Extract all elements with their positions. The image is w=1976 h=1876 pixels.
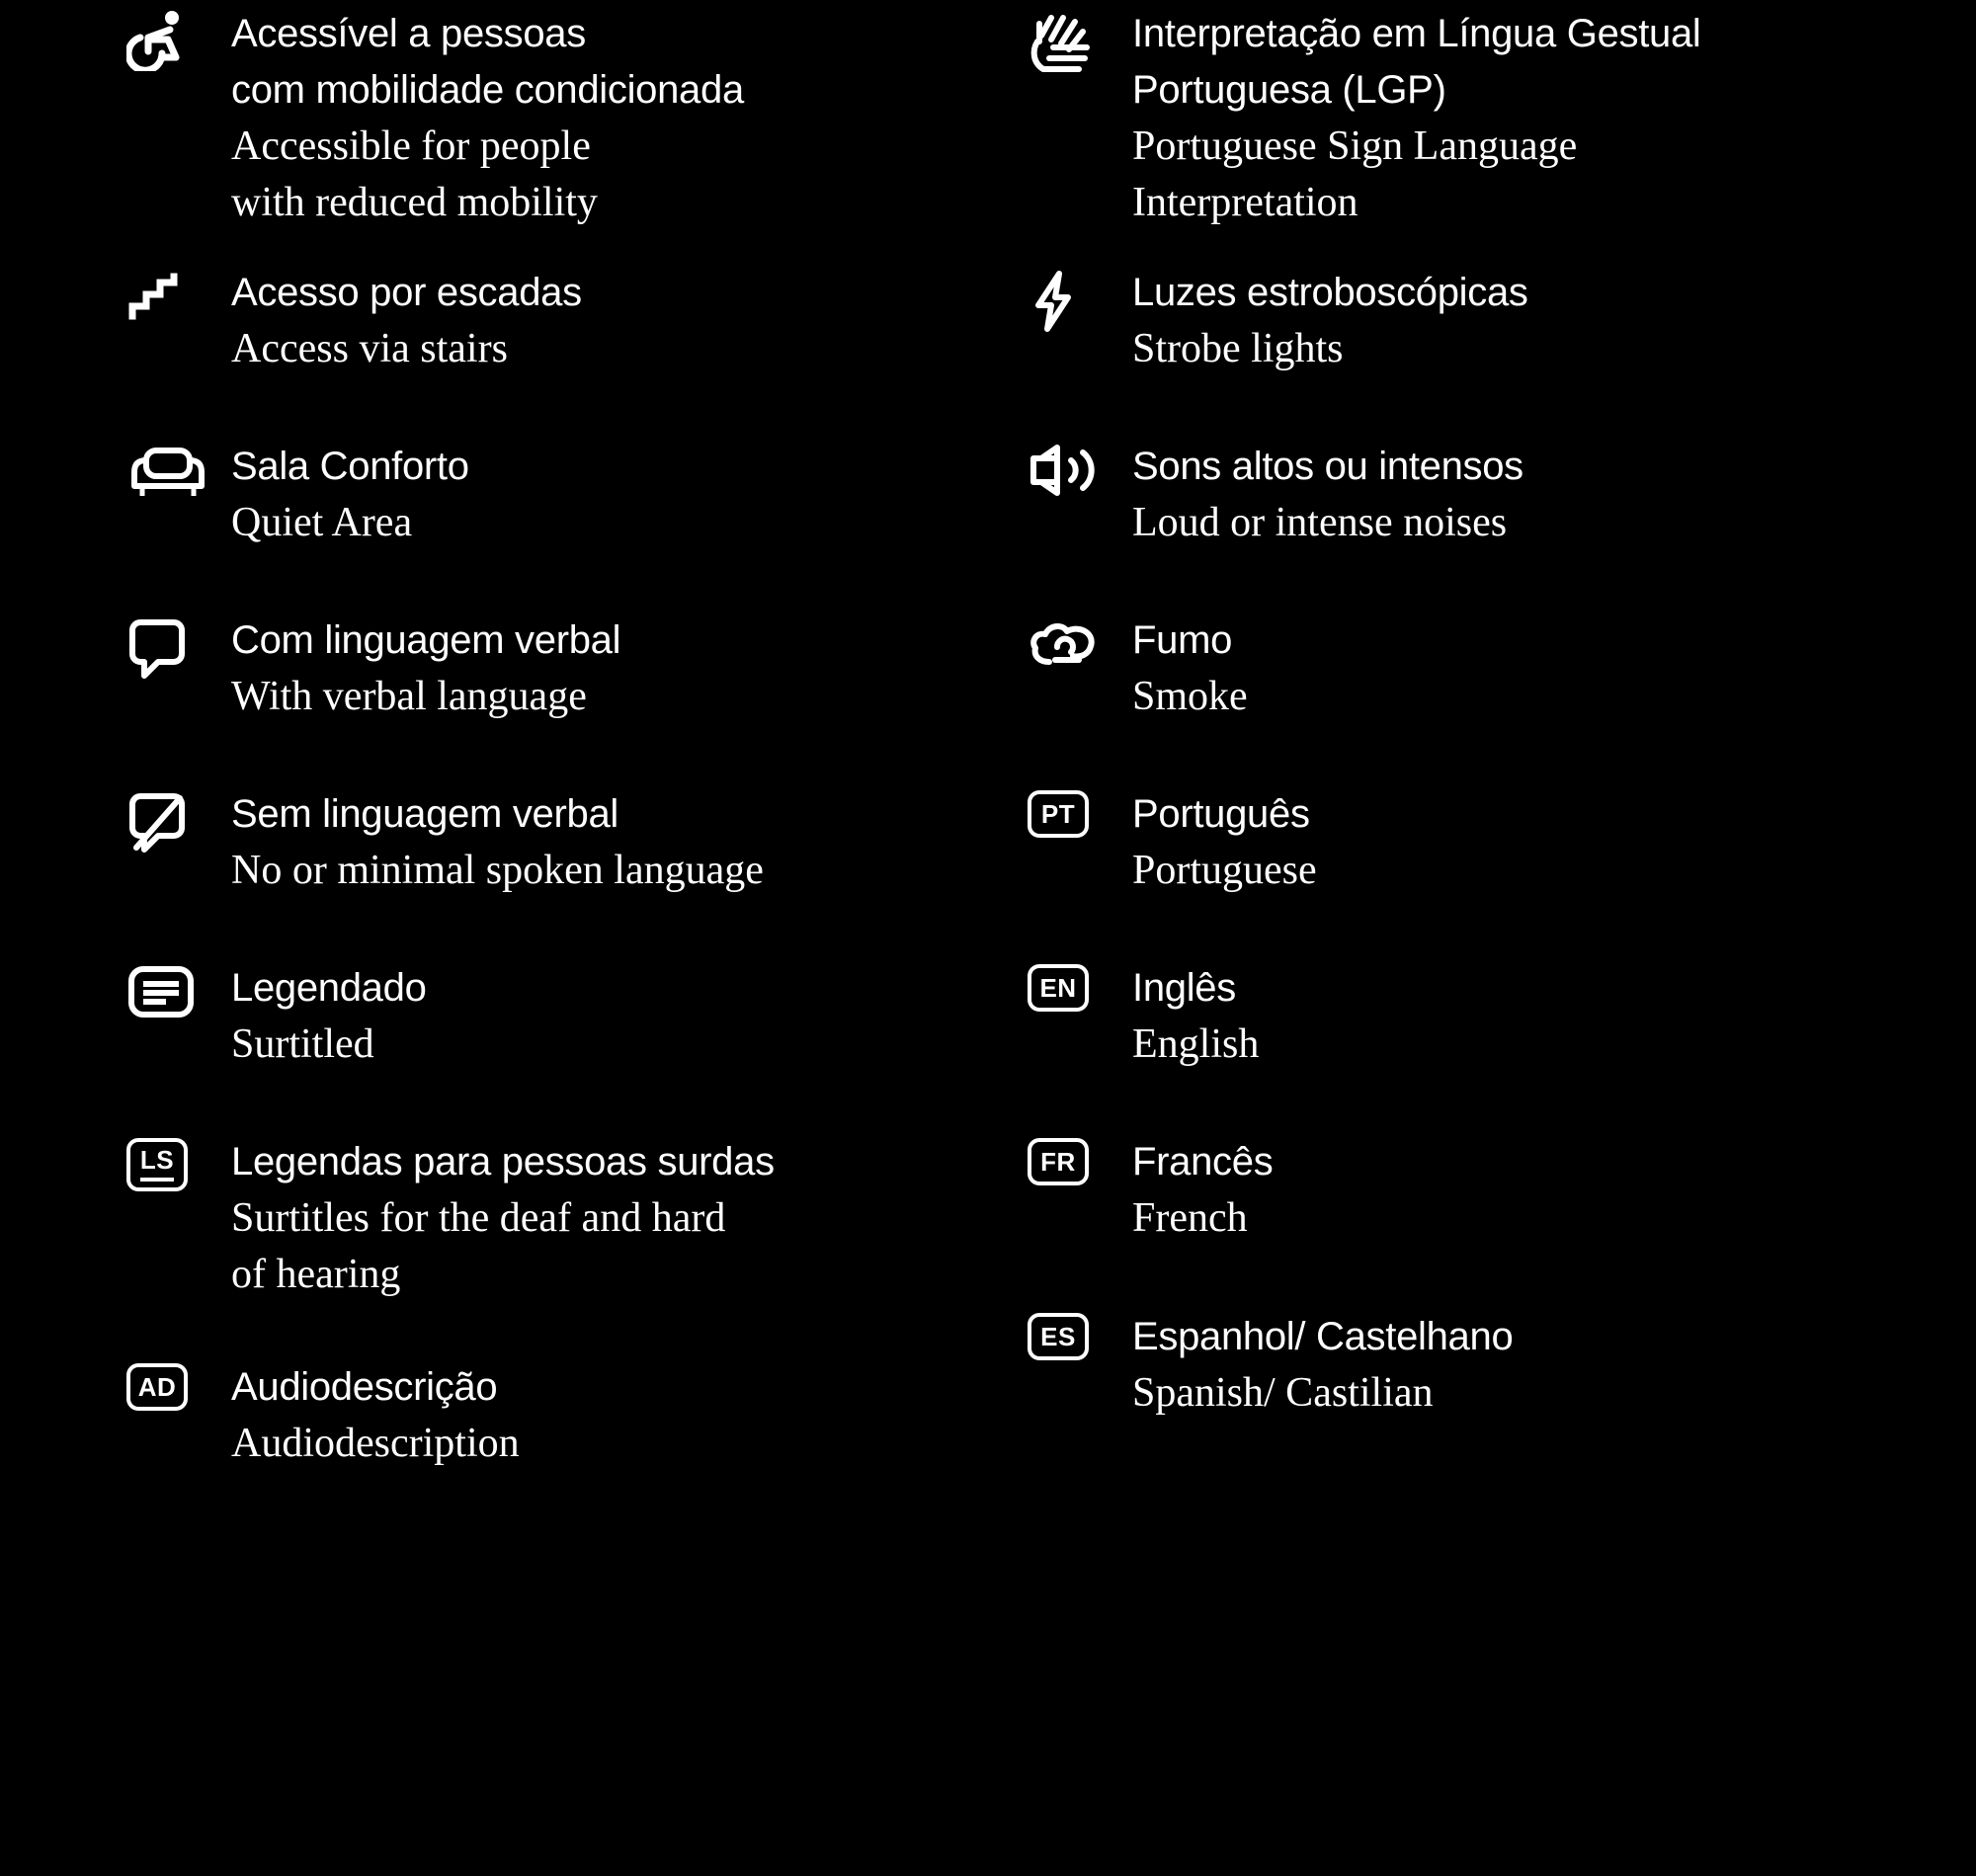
pt-badge: PT	[1028, 790, 1089, 838]
legend-item-text: Português Portuguese	[1126, 786, 1956, 899]
legend-item-text: Inglês English	[1126, 960, 1956, 1073]
es-badge: ES	[1028, 1313, 1089, 1360]
en-badge-icon: EN	[1028, 960, 1126, 1033]
legend-item-text: Espanhol/ Castelhano Spanish/ Castilian	[1126, 1309, 1956, 1422]
legend-item-text: Acessível a pessoas com mobilidade condi…	[225, 6, 996, 231]
legend-item-sign-language-interpretation: Interpretação em Língua Gestual Portugue…	[1028, 6, 1956, 231]
legend-label-pt: Português	[1132, 792, 1310, 836]
legend-label-en: Spanish/ Castilian	[1132, 1370, 1434, 1416]
legend-label-en: Quiet Area	[231, 500, 413, 545]
fr-badge-icon: FR	[1028, 1134, 1126, 1207]
wheelchair-accessible-icon	[126, 6, 225, 79]
legend-item-no-verbal-language: Sem linguagem verbal No or minimal spoke…	[126, 786, 996, 899]
legend-item-text: Luzes estroboscópicas Strobe lights	[1126, 265, 1956, 377]
legend-label-en: French	[1132, 1195, 1248, 1241]
legend-item-text: Interpretação em Língua Gestual Portugue…	[1126, 6, 1956, 231]
legend-label-en: Portuguese Sign Language Interpretation	[1132, 123, 1578, 225]
ls-badge-text: LS	[139, 1145, 175, 1175]
surtitles-icon	[126, 960, 225, 1033]
speech-bubble-crossed-icon	[126, 786, 225, 859]
legend-item-text: Sons altos ou intensos Loud or intense n…	[1126, 439, 1956, 551]
speech-bubble-icon	[126, 612, 225, 686]
en-badge-text: EN	[1039, 973, 1077, 1003]
legend-item-language-french: FR Francês French	[1028, 1134, 1956, 1247]
legend-item-text: Fumo Smoke	[1126, 612, 1956, 725]
legend-label-en: Strobe lights	[1132, 326, 1344, 371]
legend-item-text: Audiodescrição Audiodescription	[225, 1359, 996, 1472]
legend-label-pt: Sons altos ou intensos	[1132, 445, 1523, 488]
legend-label-pt: Com linguagem verbal	[231, 618, 621, 662]
sofa-icon	[126, 439, 225, 512]
smoke-cloud-icon	[1028, 612, 1126, 686]
legend-label-en: With verbal language	[231, 674, 587, 719]
fr-badge: FR	[1028, 1138, 1089, 1185]
legend-label-en: Surtitles for the deaf and hard of heari…	[231, 1195, 726, 1297]
legend-item-text: Acesso por escadas Access via stairs	[225, 265, 996, 377]
sign-language-hand-icon	[1028, 6, 1126, 79]
legend-column-right: Interpretação em Língua Gestual Portugue…	[1008, 0, 1976, 1876]
legend-item-accessible-reduced-mobility: Acessível a pessoas com mobilidade condi…	[126, 6, 996, 231]
es-badge-text: ES	[1040, 1322, 1076, 1351]
legend-item-surtitles-deaf: LS Legendas para pessoas surdas Surtitle…	[126, 1134, 996, 1303]
legend-label-en: English	[1132, 1021, 1260, 1067]
legend-label-pt: Fumo	[1132, 618, 1233, 662]
en-badge: EN	[1028, 964, 1089, 1012]
legend-item-language-spanish: ES Espanhol/ Castelhano Spanish/ Castili…	[1028, 1309, 1956, 1422]
legend-item-text: Legendas para pessoas surdas Surtitles f…	[225, 1134, 996, 1303]
pt-badge-text: PT	[1040, 799, 1076, 829]
ad-badge: AD	[126, 1363, 188, 1411]
accessibility-legend-sheet: Acessível a pessoas com mobilidade condi…	[0, 0, 1976, 1876]
legend-item-audiodescription: AD Audiodescrição Audiodescription	[126, 1359, 996, 1472]
legend-item-text: Com linguagem verbal With verbal languag…	[225, 612, 996, 725]
legend-label-pt: Legendas para pessoas surdas	[231, 1140, 775, 1183]
legend-item-language-english: EN Inglês English	[1028, 960, 1956, 1073]
legend-label-pt: Interpretação em Língua Gestual Portugue…	[1132, 12, 1701, 112]
legend-label-pt: Acesso por escadas	[231, 271, 582, 314]
legend-item-text: Sala Conforto Quiet Area	[225, 439, 996, 551]
ls-badge-underline	[140, 1178, 174, 1182]
ls-badge-icon: LS	[126, 1134, 225, 1207]
legend-label-en: Surtitled	[231, 1021, 374, 1067]
legend-item-language-portuguese: PT Português Portuguese	[1028, 786, 1956, 899]
legend-label-pt: Luzes estroboscópicas	[1132, 271, 1528, 314]
legend-item-surtitled: Legendado Surtitled	[126, 960, 996, 1073]
legend-label-pt: Sem linguagem verbal	[231, 792, 618, 836]
legend-label-pt: Inglês	[1132, 966, 1236, 1010]
ls-badge: LS	[126, 1138, 188, 1191]
legend-item-smoke: Fumo Smoke	[1028, 612, 1956, 725]
legend-label-en: Loud or intense noises	[1132, 500, 1508, 545]
legend-item-strobe-lights: Luzes estroboscópicas Strobe lights	[1028, 265, 1956, 377]
es-badge-icon: ES	[1028, 1309, 1126, 1382]
legend-label-pt: Legendado	[231, 966, 427, 1010]
loud-speaker-icon	[1028, 439, 1126, 512]
pt-badge-icon: PT	[1028, 786, 1126, 859]
legend-item-quiet-area: Sala Conforto Quiet Area	[126, 439, 996, 551]
legend-item-loud-noises: Sons altos ou intensos Loud or intense n…	[1028, 439, 1956, 551]
legend-label-pt: Audiodescrição	[231, 1365, 498, 1409]
legend-label-en: No or minimal spoken language	[231, 848, 764, 893]
legend-label-pt: Espanhol/ Castelhano	[1132, 1315, 1514, 1358]
legend-label-pt: Francês	[1132, 1140, 1274, 1183]
legend-item-text: Sem linguagem verbal No or minimal spoke…	[225, 786, 996, 899]
legend-label-pt: Sala Conforto	[231, 445, 469, 488]
legend-item-text: Francês French	[1126, 1134, 1956, 1247]
legend-label-en: Smoke	[1132, 674, 1248, 719]
fr-badge-text: FR	[1040, 1147, 1076, 1177]
ad-badge-icon: AD	[126, 1359, 225, 1432]
legend-item-text: Legendado Surtitled	[225, 960, 996, 1073]
legend-label-en: Portuguese	[1132, 848, 1317, 893]
ad-badge-text: AD	[137, 1372, 177, 1402]
legend-column-left: Acessível a pessoas com mobilidade condi…	[0, 0, 1008, 1876]
legend-item-access-via-stairs: Acesso por escadas Access via stairs	[126, 265, 996, 377]
legend-label-en: Access via stairs	[231, 326, 508, 371]
legend-item-with-verbal-language: Com linguagem verbal With verbal languag…	[126, 612, 996, 725]
legend-label-en: Audiodescription	[231, 1421, 520, 1466]
lightning-bolt-icon	[1028, 265, 1126, 338]
stairs-icon	[126, 265, 225, 338]
legend-label-en: Accessible for people with reduced mobil…	[231, 123, 598, 225]
legend-label-pt: Acessível a pessoas com mobilidade condi…	[231, 12, 744, 112]
